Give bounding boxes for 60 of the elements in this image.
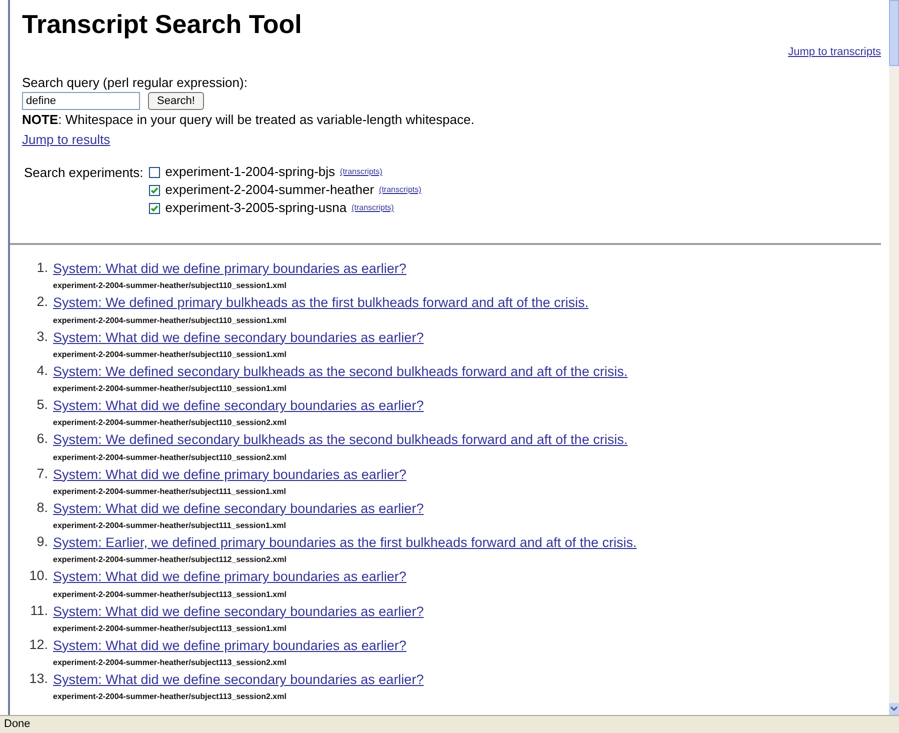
result-link[interactable]: System: What did we define secondary boundaries as earlier? [53,500,424,516]
result-link[interactable]: System: We defined secondary bulkheads as the second bulkheads forward and aft of the crisis. [53,364,628,379]
result-link[interactable]: System: We defined secondary bulkheads as the second bulkheads forward and aft of the crisis. [53,432,628,448]
result-number: 11. [29,602,48,620]
result-link[interactable]: System: What did we define primary boundaries as earlier? [53,638,406,653]
experiments-label: Search experiments: [24,164,144,182]
result-number: 4. [36,362,48,380]
result-link[interactable]: System: What did we define secondary boundaries as earlier? [53,672,424,687]
result-file-path: experiment-2-2004-summer-heather/subject111_session1.xml [53,520,288,532]
result-number: 12. [28,636,48,654]
experiment-name: experiment-2-2004-summer-heather [165,181,374,200]
note-text: NOTE: Whitespace in your query will be treated as variable-length whitespace. [22,111,476,129]
result-file-path: experiment-2-2004-summer-heather/subject112_session2.xml [53,554,288,566]
search-field[interactable]: define [22,92,140,110]
transcripts-link[interactable]: (transcripts) [352,202,394,214]
jump-to-results-link[interactable]: Jump to results [22,132,110,146]
result-file-path: experiment-2-2004-summer-heather/subject110_session1.xml [53,383,288,395]
result-file-path: experiment-2-2004-summer-heather/subject110_session1.xml [53,348,288,361]
result-link[interactable]: System: What did we define secondary boundaries as earlier? [53,330,424,344]
search-query-label: Search query (perl regular expression): [22,74,248,90]
status-bar: Done [0,715,899,733]
result-file-path: experiment-2-2004-summer-heather/subject110_session1.xml [53,314,288,327]
result-number: 10. [28,567,48,586]
result-file-path: experiment-2-2004-summer-heather/subject110_session1.xml [53,280,288,292]
result-number: 2. [36,293,48,312]
result-number: 7. [36,464,48,482]
transcripts-link[interactable]: (transcripts) [379,184,422,196]
result-file-path: experiment-2-2004-summer-heather/subject113_session1.xml [53,588,288,601]
result-link[interactable]: System: What did we define primary boundaries as earlier? [53,466,406,482]
result-file-path: experiment-2-2004-summer-heather/subject110_session2.xml [53,417,288,430]
result-number: 5. [36,396,48,414]
result-file-path: experiment-2-2004-summer-heather/subject110_session2.xml [53,452,288,464]
result-number: 8. [36,498,48,517]
result-link[interactable]: System: What did we define primary boundaries as earlier? [53,569,406,584]
experiment-name: experiment-1-2004-spring-bjs [165,163,336,182]
result-link[interactable]: System: We defined primary bulkheads as the first bulkheads forward and aft of the crisis. [53,295,589,310]
experiment-checkbox[interactable] [149,184,160,196]
result-number: 1. [36,259,48,277]
experiment-name: experiment-3-2005-spring-usna [165,199,347,218]
result-link[interactable]: System: What did we define secondary boundaries as earlier? [53,398,424,413]
scroll-thumb[interactable] [889,0,899,66]
result-number: 3. [36,328,48,346]
result-file-path: experiment-2-2004-summer-heather/subject113_session2.xml [53,657,288,669]
result-number: 6. [36,430,48,448]
result-file-path: experiment-2-2004-summer-heather/subject111_session1.xml [53,486,288,498]
transcripts-link[interactable]: (transcripts) [340,166,382,178]
scroll-down-icon[interactable] [889,703,899,715]
result-link[interactable]: System: What did we define primary boundaries as earlier? [53,261,406,276]
result-file-path: experiment-2-2004-summer-heather/subject113_session1.xml [53,622,288,635]
page-title: Transcript Search Tool [22,10,303,38]
result-number: 9. [36,533,48,551]
experiment-checkbox[interactable] [149,166,160,178]
jump-to-transcripts-link[interactable]: Jump to transcripts [788,46,881,58]
experiment-checkbox[interactable] [149,202,160,214]
result-link[interactable]: System: What did we define secondary boundaries as earlier? [53,604,424,618]
result-file-path: experiment-2-2004-summer-heather/subject113_session2.xml [53,691,288,704]
scrollbar[interactable] [889,0,899,715]
search-button[interactable]: Search! [148,92,204,110]
result-link[interactable]: System: Earlier, we defined primary boundaries as the first bulkheads forward and aft of the crisis. [53,535,637,550]
result-number: 13. [28,670,48,688]
